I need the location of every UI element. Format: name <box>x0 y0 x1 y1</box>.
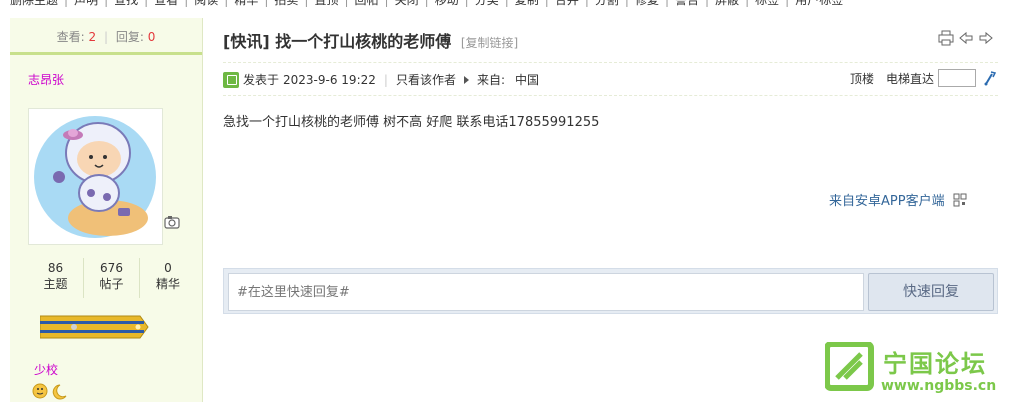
author-stat-grid: 86 主题 676 帖子 0 精华 <box>28 258 198 298</box>
quick-reply-input[interactable] <box>228 273 864 311</box>
avatar[interactable] <box>28 108 163 245</box>
stat-label: 精华 <box>155 277 180 291</box>
toolbar-divider: | <box>624 0 629 7</box>
toolbar-divider: | <box>745 0 750 7</box>
quick-reply-box: 快速回复 <box>223 268 998 314</box>
views-count: 2 <box>88 30 97 44</box>
toolbar-item[interactable]: 复制 <box>515 0 539 7</box>
top-nav: 删除主题 | 声明 | 查找 | 查看 | 阅读 | 精华 | 拍卖 | 置顶 | 回帖 | 关闭 | 移动 | 分类 | 复制… <box>0 0 1014 8</box>
toolbar-item[interactable]: 置顶 <box>314 0 338 7</box>
toolbar-divider: | <box>544 0 549 7</box>
toolbar-divider: | <box>104 0 109 7</box>
toolbar-item[interactable]: 查看 <box>154 0 178 7</box>
toolbar-item[interactable]: 拍卖 <box>274 0 298 7</box>
thread-stats: 查看: 2 | 回复: 0 <box>10 18 202 55</box>
replies-count: 0 <box>147 30 156 44</box>
toolbar-divider: | <box>424 0 429 7</box>
site-watermark: 宁国论坛 www.ngbbs.cn <box>824 341 1000 402</box>
toolbar-divider: | <box>705 0 710 7</box>
toolbar-item[interactable]: 警告 <box>675 0 699 7</box>
toolbar-item[interactable]: 分类 <box>475 0 499 7</box>
online-status-icon <box>223 71 239 88</box>
toolbar-divider: | <box>264 0 269 7</box>
toolbar-item[interactable]: 合并 <box>555 0 579 7</box>
post-tag[interactable]: [快讯] <box>223 32 270 51</box>
posted-prefix: 发表于 <box>243 73 280 87</box>
toolbar-item[interactable]: 查找 <box>114 0 138 7</box>
toolbar-divider: | <box>664 0 669 7</box>
toolbar-divider: | <box>144 0 149 7</box>
stat-value: 0 <box>164 261 172 275</box>
client-info: 来自安卓APP客户端 <box>829 190 967 209</box>
post-title: [快讯] 找一个打山核桃的老师傅 <box>223 32 457 51</box>
meta-divider: | <box>383 72 388 87</box>
floor-jump-input[interactable] <box>938 69 976 87</box>
toolbar-divider: | <box>785 0 790 7</box>
stats-divider: | <box>103 30 109 44</box>
author-sidebar: 查看: 2 | 回复: 0 志昂张 86 主题 676 帖子 0 精华 少校 <box>10 18 203 402</box>
toolbar-item[interactable]: 删除主题 <box>10 0 58 7</box>
site-logo-icon <box>824 341 874 391</box>
author-username[interactable]: 志昂张 <box>28 71 64 88</box>
toolbar-divider: | <box>184 0 189 7</box>
stat-label: 帖子 <box>99 277 124 291</box>
floor-label[interactable]: 顶楼 <box>850 70 874 87</box>
toolbar-item[interactable]: 修复 <box>635 0 659 7</box>
views-label: 查看: <box>56 30 85 44</box>
post-main: [快讯] 找一个打山核桃的老师傅 [复制链接] 发表于 2023-9-6 19:… <box>203 18 1014 402</box>
from-value: 中国 <box>515 73 540 87</box>
stat-topics[interactable]: 86 主题 <box>28 258 84 298</box>
toolbar-item[interactable]: 精华 <box>234 0 258 7</box>
prev-thread-icon[interactable] <box>958 30 974 46</box>
watermark-name: 宁国论坛 <box>883 350 987 378</box>
from-label: 来自: <box>476 73 505 87</box>
toolbar-item[interactable]: 关闭 <box>395 0 419 7</box>
stat-posts[interactable]: 676 帖子 <box>84 258 140 298</box>
stat-digests[interactable]: 0 精华 <box>140 258 196 298</box>
rank-title: 少校 <box>34 363 59 377</box>
stat-value: 86 <box>47 261 64 275</box>
stat-label: 主题 <box>43 277 68 291</box>
post-title-text: 找一个打山核桃的老师傅 <box>275 32 452 51</box>
post-meta-row: 发表于 2023-9-6 19:22 | 只看该作者 来自: 中国 顶楼 电梯直… <box>223 62 998 96</box>
jump-label: 电梯直达 <box>885 71 934 86</box>
qrcode-icon[interactable] <box>953 193 967 207</box>
post-content: 急找一个打山核桃的老师傅 树不高 好爬 联系电话17855991255 <box>223 115 600 130</box>
copy-link-button[interactable]: [复制链接] <box>461 36 518 50</box>
stat-value: 676 <box>100 261 123 275</box>
avatar-illustration <box>34 116 156 238</box>
title-actions <box>938 30 998 48</box>
toolbar-item[interactable]: 阅读 <box>194 0 218 7</box>
online-medals <box>32 382 72 400</box>
toolbar-item[interactable]: 移动 <box>435 0 459 7</box>
toolbar-item[interactable]: 声明 <box>74 0 98 7</box>
post-title-row: [快讯] 找一个打山核桃的老师傅 [复制链接] <box>223 28 518 54</box>
posted-time: 2023-9-6 19:22 <box>283 72 376 87</box>
moderation-toolbar: 删除主题 | 声明 | 查找 | 查看 | 阅读 | 精华 | 拍卖 | 置顶 | 回帖 | 关闭 | 移动 | 分类 | 复制… <box>10 0 849 8</box>
toolbar-item[interactable]: 屏蔽 <box>715 0 739 7</box>
toolbar-item[interactable]: 用户标签 <box>795 0 843 7</box>
toolbar-divider: | <box>224 0 229 7</box>
jump-go-icon[interactable] <box>982 70 998 86</box>
toolbar-divider: | <box>504 0 509 7</box>
quick-reply-button[interactable]: 快速回复 <box>868 273 994 311</box>
watermark-url: www.ngbbs.cn <box>881 378 997 394</box>
camera-icon[interactable] <box>164 214 182 230</box>
toolbar-item[interactable]: 标签 <box>755 0 779 7</box>
client-link[interactable]: 来自安卓APP客户端 <box>829 190 945 209</box>
toolbar-divider: | <box>64 0 69 7</box>
toolbar-item[interactable]: 回帖 <box>355 0 379 7</box>
next-thread-icon[interactable] <box>978 30 994 46</box>
toolbar-divider: | <box>344 0 349 7</box>
only-author-link[interactable]: 只看该作者 <box>396 71 456 88</box>
arrow-right-icon <box>463 75 469 84</box>
toolbar-divider: | <box>304 0 309 7</box>
rank-insignia <box>39 314 150 340</box>
replies-label: 回复: <box>115 30 144 44</box>
toolbar-item[interactable]: 分割 <box>595 0 619 7</box>
print-icon[interactable] <box>938 30 954 46</box>
toolbar-divider: | <box>384 0 389 7</box>
toolbar-divider: | <box>464 0 469 7</box>
toolbar-divider: | <box>584 0 589 7</box>
